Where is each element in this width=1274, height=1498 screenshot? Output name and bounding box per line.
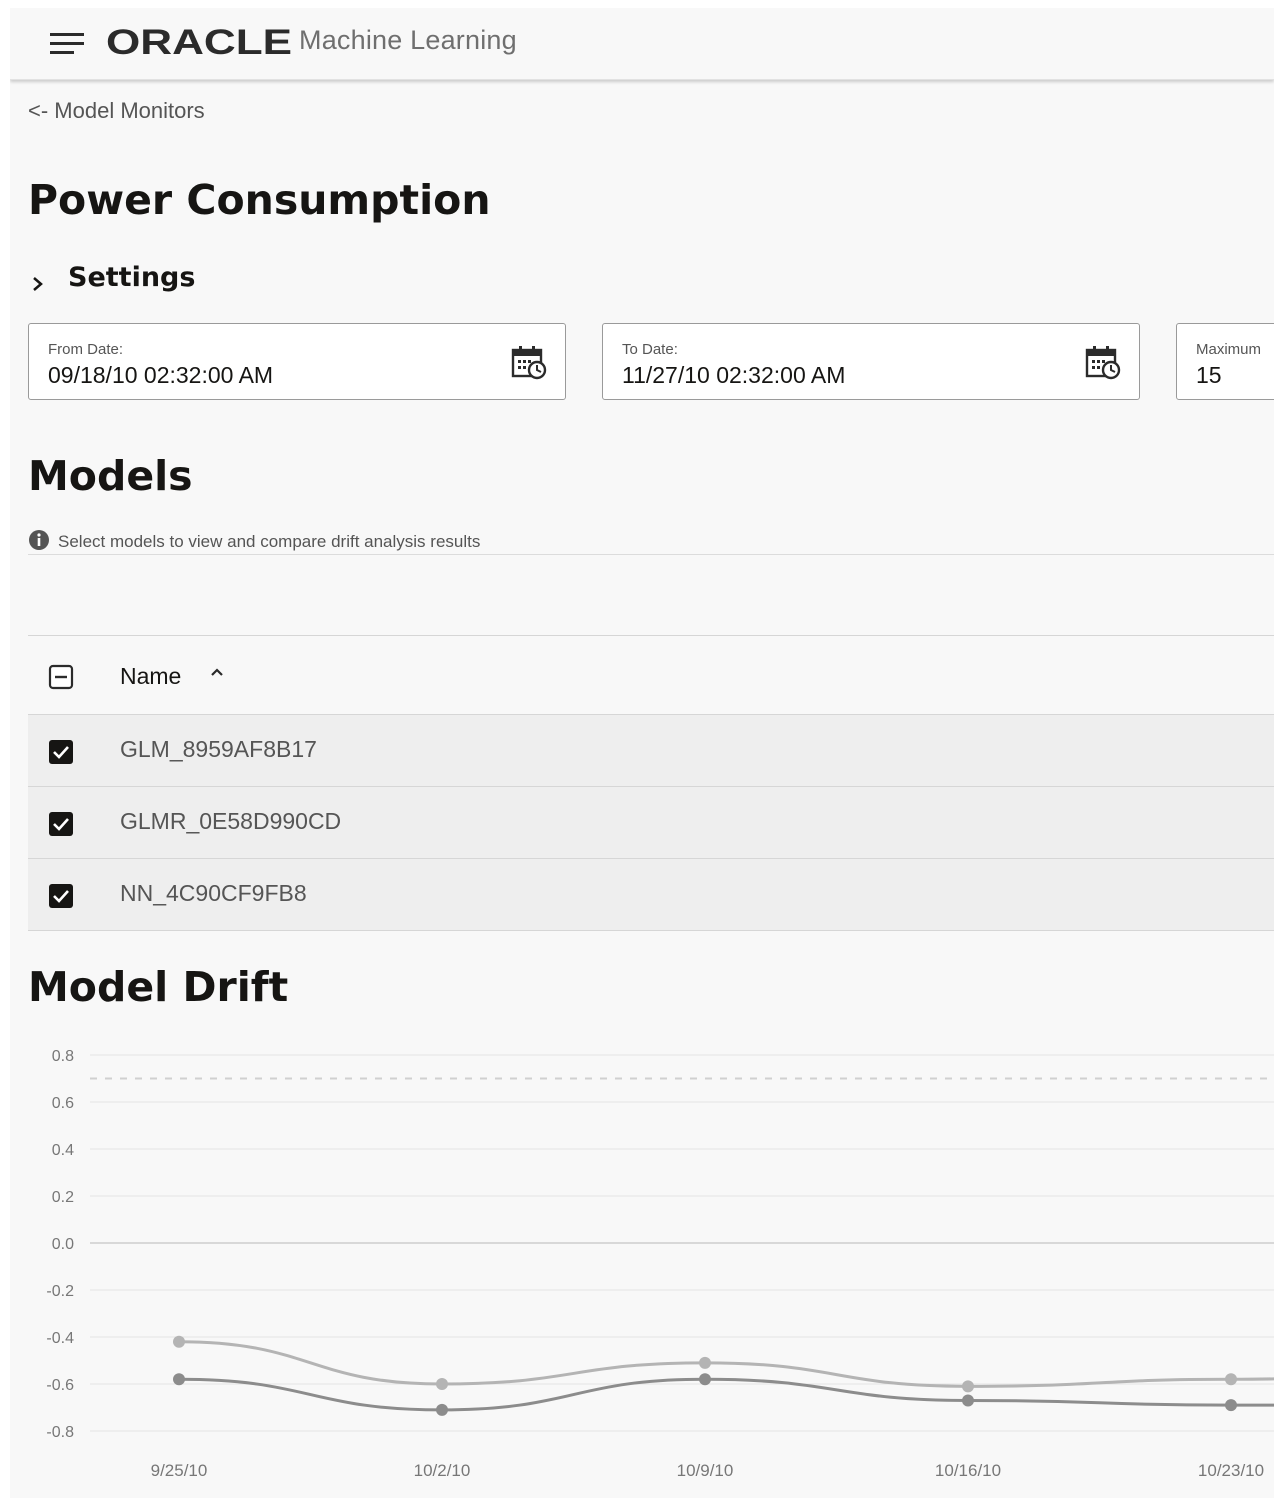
- table-row[interactable]: GLM_8959AF8B17: [28, 715, 1274, 787]
- model-drift-heading: Model Drift: [28, 963, 289, 1011]
- model-drift-chart: 0.8 0.6 0.4 0.2 0.0 -0.2 -0.4 -0.6 -0.8 9/25/10 10…: [46, 1048, 1274, 1480]
- row-checkbox[interactable]: [48, 883, 74, 909]
- data-point: [962, 1394, 974, 1407]
- model-name: GLMR_0E58D990CD: [120, 808, 342, 834]
- product-name: Machine Learning: [299, 25, 517, 55]
- table-row[interactable]: NN_4C90CF9FB8: [28, 859, 1274, 931]
- sort-ascending-icon[interactable]: [208, 664, 226, 682]
- hamburger-menu-icon[interactable]: [48, 30, 88, 58]
- y-tick-label: 0.6: [52, 1095, 74, 1112]
- model-name: NN_4C90CF9FB8: [120, 880, 307, 906]
- y-tick-label: -0.8: [46, 1424, 74, 1441]
- maximum-label: Maximum: [1196, 341, 1262, 358]
- y-tick-label: 0.4: [52, 1142, 74, 1159]
- y-tick-label: 0.0: [52, 1236, 74, 1253]
- data-point: [699, 1373, 711, 1386]
- row-checkbox[interactable]: [48, 811, 74, 837]
- maximum-value[interactable]: 15: [1196, 362, 1222, 389]
- x-tick-label: 10/16/10: [935, 1461, 1001, 1480]
- data-point: [1225, 1373, 1237, 1386]
- model-name: GLM_8959AF8B17: [120, 736, 317, 762]
- app-header: ORACLE Machine Learning: [10, 8, 1274, 80]
- y-tick-label: 0.8: [52, 1048, 74, 1065]
- table-row[interactable]: GLMR_0E58D990CD: [28, 787, 1274, 859]
- data-point: [436, 1378, 448, 1390]
- to-date-field[interactable]: To Date: 11/27/10 02:32:00 AM: [602, 323, 1140, 400]
- to-date-value[interactable]: 11/27/10 02:32:00 AM: [622, 362, 845, 389]
- models-table-header: Name: [28, 635, 1274, 715]
- x-tick-label: 10/23/10: [1198, 1461, 1264, 1480]
- back-to-model-monitors-link[interactable]: <- Model Monitors: [28, 98, 205, 124]
- select-all-checkbox[interactable]: [48, 664, 74, 690]
- calendar-clock-icon[interactable]: [1085, 344, 1121, 380]
- data-point: [173, 1335, 185, 1348]
- oracle-logo: ORACLE: [106, 23, 292, 62]
- calendar-clock-icon[interactable]: [511, 344, 547, 380]
- data-point: [173, 1373, 185, 1386]
- from-date-value[interactable]: 09/18/10 02:32:00 AM: [48, 362, 273, 389]
- y-tick-label: -0.2: [46, 1283, 74, 1300]
- y-tick-label: 0.2: [52, 1189, 74, 1206]
- divider: [28, 554, 1274, 555]
- from-date-field[interactable]: From Date: 09/18/10 02:32:00 AM: [28, 323, 566, 400]
- page-title: Power Consumption: [28, 176, 491, 224]
- models-info-text: Select models to view and compare drift …: [58, 532, 481, 551]
- row-checkbox[interactable]: [48, 739, 74, 765]
- info-icon: [29, 530, 49, 550]
- oracle-logo-text: ORACLE: [106, 23, 292, 62]
- x-tick-label: 10/9/10: [677, 1461, 734, 1480]
- data-point: [699, 1356, 711, 1369]
- column-header-name[interactable]: Name: [120, 663, 181, 690]
- x-tick-label: 10/2/10: [414, 1461, 471, 1480]
- from-date-label: From Date:: [48, 341, 124, 358]
- maximum-field[interactable]: Maximum 15: [1176, 323, 1274, 400]
- data-point: [436, 1403, 448, 1416]
- x-tick-label: 9/25/10: [151, 1461, 208, 1480]
- y-tick-label: -0.6: [46, 1377, 74, 1394]
- app-frame: ORACLE Machine Learning <- Model Monitor…: [10, 8, 1274, 1498]
- settings-label: Settings: [68, 262, 196, 293]
- to-date-label: To Date:: [622, 341, 678, 358]
- chevron-right-icon: [33, 277, 43, 291]
- models-heading: Models: [28, 452, 193, 500]
- data-point: [962, 1380, 974, 1393]
- data-point: [1225, 1399, 1237, 1412]
- y-tick-label: -0.4: [46, 1330, 74, 1347]
